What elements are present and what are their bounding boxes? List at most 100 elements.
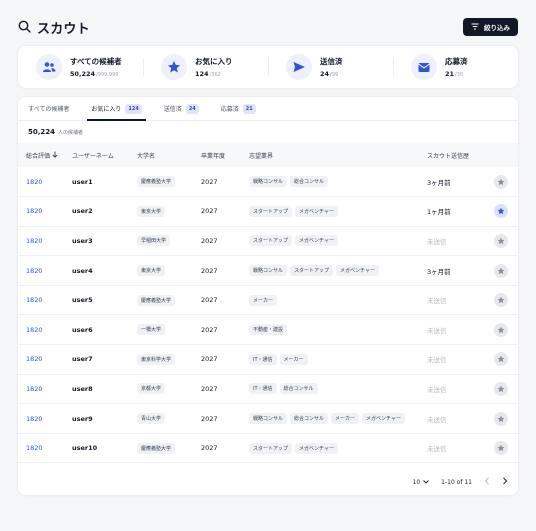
table-row[interactable]: 1820 user9 青山大学 2027 戦略コンサル 総合コンサル メーカー メガベ… <box>18 404 518 434</box>
industry-chip: メーカー <box>249 294 278 306</box>
industry-cell: 戦略コンサル 総合コンサル <box>241 167 419 197</box>
column-header: スカウト送信歴 <box>419 143 486 167</box>
per-page-select[interactable]: 10 <box>413 479 430 486</box>
university-chip: 早稲田大学 <box>137 235 171 247</box>
star-icon <box>161 54 187 80</box>
tab-count-badge: 21 <box>242 103 256 114</box>
score-cell: 1820 <box>26 177 43 186</box>
stat-total: /30 <box>455 72 464 78</box>
favorite-star-icon[interactable] <box>494 381 508 396</box>
table-row[interactable]: 1820 user10 慶應義塾大学 2027 スタートアップ メガベンチャー 未… <box>18 433 518 463</box>
favorite-star-icon[interactable] <box>494 233 508 248</box>
university-cell: 慶應義塾大学 <box>129 167 193 197</box>
tab-label: 送信済 <box>163 106 182 113</box>
favorite-star-icon[interactable] <box>494 174 508 189</box>
tab-count-badge: 24 <box>185 103 199 114</box>
industry-chip: 総合コンサル <box>290 413 329 425</box>
university-cell: 一橋大学 <box>129 315 193 345</box>
industry-chip: メガベンチャー <box>336 265 379 277</box>
industry-cell: 戦略コンサル スタートアップ メガベンチャー <box>241 256 419 286</box>
prev-page-button[interactable] <box>484 477 490 487</box>
table-row[interactable]: 1820 user4 東京大学 2027 戦略コンサル スタートアップ メガベンチャ… <box>18 256 518 286</box>
score-cell: 1820 <box>26 384 43 393</box>
university-chip: 慶應義塾大学 <box>137 294 176 306</box>
industry-chip: メーカー <box>331 413 360 425</box>
username-cell: user10 <box>72 444 98 453</box>
grad-year-cell: 2027 <box>201 444 218 453</box>
favorite-cell <box>486 433 518 463</box>
sort-arrow-icon <box>52 151 58 160</box>
table-row[interactable]: 1820 user2 東京大学 2027 スタートアップ メガベンチャー 1ヶ月前 <box>18 197 518 227</box>
tab-bar: すべての候補者 お気に入り 124 送信済 24 応募済 21 <box>18 97 518 121</box>
grad-year-cell: 2027 <box>201 384 218 393</box>
users-icon <box>36 54 62 80</box>
favorite-star-icon[interactable] <box>494 411 508 426</box>
grad-year-cell: 2027 <box>201 296 218 305</box>
stat-value: 21 <box>445 70 455 78</box>
university-chip: 青山大学 <box>137 413 166 425</box>
table-row[interactable]: 1820 user3 早稲田大学 2027 スタートアップ メガベンチャー 未送信 <box>18 226 518 256</box>
scout-history-cell: 未送信 <box>427 415 447 424</box>
candidates-table: 総合評価 ユーザーネーム 大学名 卒業年度 志望業界 スカウト送信歴 1820 user… <box>18 143 518 463</box>
stat-card: 応募済 21/30 <box>393 54 518 80</box>
favorite-star-icon[interactable] <box>494 322 508 337</box>
stat-value: 124 <box>195 70 209 78</box>
table-body: 1820 user1 慶應義塾大学 2027 戦略コンサル 総合コンサル 3ヶ月前… <box>18 167 518 463</box>
industry-chip: メガベンチャー <box>295 235 338 247</box>
stat-total: /362 <box>209 72 221 78</box>
stat-text: 応募済 21/30 <box>445 56 468 78</box>
industry-cell: 戦略コンサル 総合コンサル メーカー メガベンチャー <box>241 404 419 434</box>
favorite-star-icon[interactable] <box>494 441 508 456</box>
industry-chip: 戦略コンサル <box>249 265 288 277</box>
stat-value-line: 124/362 <box>195 70 233 78</box>
next-page-button[interactable] <box>502 477 508 487</box>
favorite-star-icon[interactable] <box>494 204 508 219</box>
filter-button[interactable]: 絞り込み <box>463 18 518 36</box>
tab-3[interactable]: 応募済 21 <box>221 97 266 120</box>
tab-count-badge: 124 <box>125 103 142 114</box>
industry-cell: スタートアップ メガベンチャー <box>241 226 419 256</box>
university-cell: 東京大学 <box>129 256 193 286</box>
university-cell: 早稲田大学 <box>129 226 193 256</box>
university-chip: 東京大学 <box>137 265 166 277</box>
university-cell: 慶應義塾大学 <box>129 285 193 315</box>
column-header-label: 総合評価 <box>26 152 51 160</box>
column-header-label: ユーザーネーム <box>72 152 114 160</box>
industry-cell: スタートアップ メガベンチャー <box>241 197 419 227</box>
favorite-cell <box>486 345 518 375</box>
favorite-cell <box>486 404 518 434</box>
tab-1[interactable]: お気に入り 124 <box>87 97 151 121</box>
table-row[interactable]: 1820 user7 東京科学大学 2027 IT・通信 メーカー 未送信 <box>18 345 518 375</box>
score-cell: 1820 <box>26 444 43 453</box>
industry-chip: 不動産・建設 <box>249 324 288 336</box>
filter-icon <box>471 23 479 32</box>
university-chip: 京都大学 <box>137 383 166 395</box>
pagination: 10 1-10 of 11 <box>413 477 509 487</box>
stat-card: すべての候補者 50,224/999,999 <box>18 54 143 80</box>
industry-chip: スタートアップ <box>290 265 334 277</box>
table-row[interactable]: 1820 user8 京都大学 2027 IT・通信 総合コンサル 未送信 <box>18 374 518 404</box>
favorite-star-icon[interactable] <box>494 263 508 278</box>
table-row[interactable]: 1820 user6 一橋大学 2027 不動産・建設 未送信 <box>18 315 518 345</box>
table-row[interactable]: 1820 user1 慶應義塾大学 2027 戦略コンサル 総合コンサル 3ヶ月前 <box>18 167 518 197</box>
table-row[interactable]: 1820 user5 慶應義塾大学 2027 メーカー 未送信 <box>18 285 518 315</box>
grad-year-cell: 2027 <box>201 325 218 334</box>
column-header[interactable]: 総合評価 <box>18 143 64 167</box>
scout-history-cell: 未送信 <box>427 297 447 306</box>
column-header-fav <box>486 143 518 167</box>
tab-0[interactable]: すべての候補者 <box>28 97 79 120</box>
tab-2[interactable]: 送信済 24 <box>164 97 209 120</box>
stat-card: お気に入り 124/362 <box>143 54 268 80</box>
stat-total: /99 <box>330 72 339 78</box>
stat-text: すべての候補者 50,224/999,999 <box>70 56 122 78</box>
column-header-label: 大学名 <box>137 152 156 160</box>
favorite-cell <box>486 226 518 256</box>
scout-history-cell: 3ヶ月前 <box>427 178 451 187</box>
industry-chip: スタートアップ <box>249 235 293 247</box>
column-header-label: 志望業界 <box>249 152 274 160</box>
grad-year-cell: 2027 <box>201 355 218 364</box>
industry-chip: 総合コンサル <box>290 176 329 188</box>
favorite-star-icon[interactable] <box>494 352 508 367</box>
table-header-row: 総合評価 ユーザーネーム 大学名 卒業年度 志望業界 スカウト送信歴 <box>18 143 518 167</box>
favorite-star-icon[interactable] <box>494 293 508 308</box>
